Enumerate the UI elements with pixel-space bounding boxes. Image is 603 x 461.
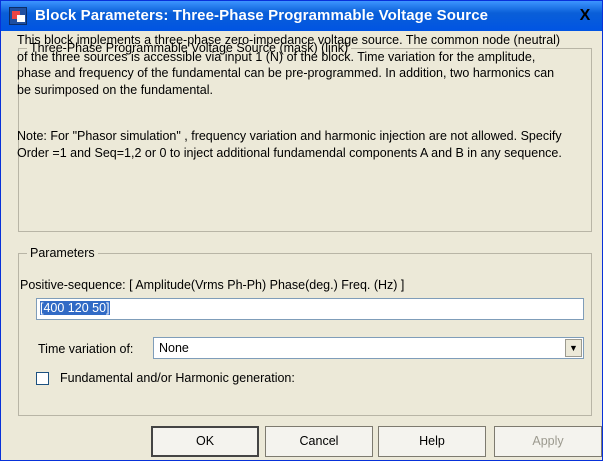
phasor-note: Note: For "Phasor simulation" , frequenc… <box>17 129 562 160</box>
close-button[interactable]: X <box>574 5 596 27</box>
apply-button[interactable]: Apply <box>494 426 602 457</box>
cancel-button[interactable]: Cancel <box>265 426 373 457</box>
help-button[interactable]: Help <box>378 426 486 457</box>
harmonic-generation-label[interactable]: Fundamental and/or Harmonic generation: <box>60 371 295 385</box>
harmonic-generation-checkbox[interactable] <box>36 372 49 385</box>
block-description: This block implements a three-phase zero… <box>17 33 561 97</box>
positive-sequence-label: Positive-sequence: [ Amplitude(Vrms Ph-P… <box>20 278 405 292</box>
parameters-group-legend: Parameters <box>30 246 95 260</box>
parameters-group: Parameters <box>18 246 592 416</box>
time-variation-select[interactable]: None ▼ <box>153 337 584 359</box>
time-variation-label: Time variation of: <box>38 342 134 356</box>
time-variation-value: None <box>159 341 189 355</box>
window-title: Block Parameters: Three-Phase Programmab… <box>35 7 489 24</box>
positive-sequence-value: [400 120 50] <box>40 301 110 315</box>
block-parameters-dialog: Block Parameters: Three-Phase Programmab… <box>0 0 603 461</box>
ok-button[interactable]: OK <box>151 426 259 457</box>
chevron-down-icon[interactable]: ▼ <box>565 339 582 357</box>
positive-sequence-input[interactable]: [400 120 50] <box>36 298 584 320</box>
title-bar[interactable]: Block Parameters: Three-Phase Programmab… <box>1 1 602 31</box>
simulink-block-icon <box>9 7 27 25</box>
